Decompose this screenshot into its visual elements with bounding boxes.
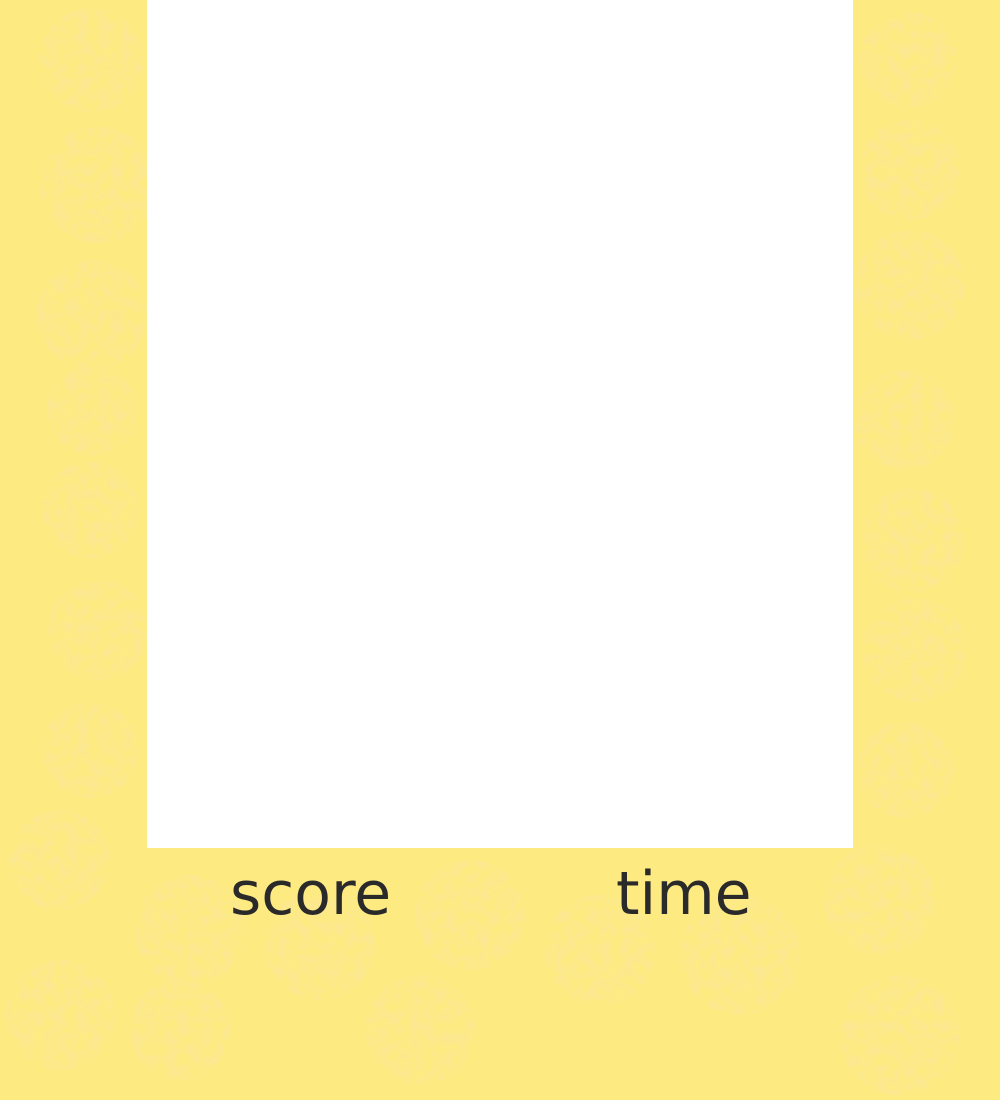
score-label: score <box>230 859 392 929</box>
game-playfield[interactable] <box>147 0 853 848</box>
time-label: time <box>616 859 752 929</box>
